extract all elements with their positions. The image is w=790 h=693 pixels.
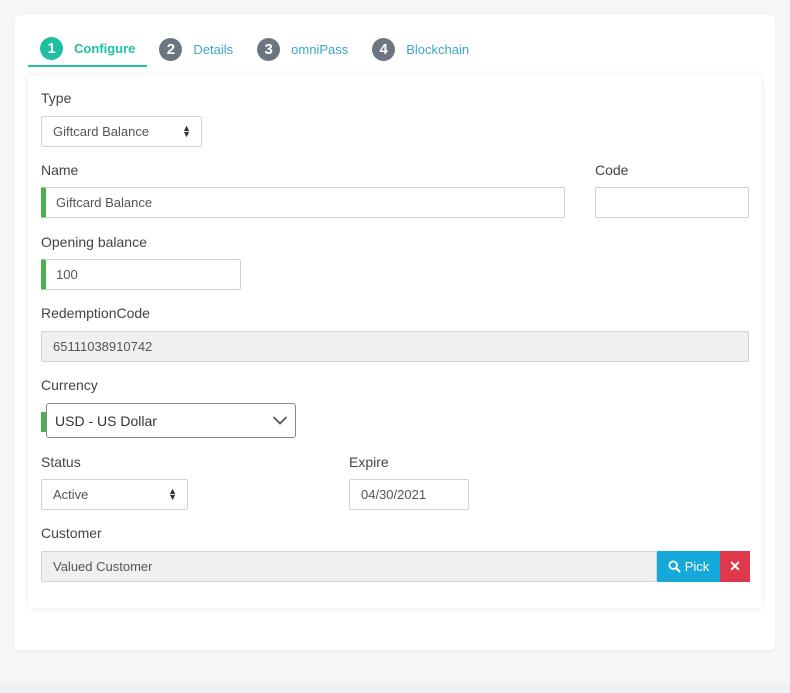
- code-input[interactable]: [595, 187, 749, 218]
- opening-balance-label: Opening balance: [41, 234, 147, 250]
- tab-details[interactable]: 2 Details: [147, 32, 245, 67]
- type-select-value: Giftcard Balance: [53, 124, 150, 139]
- currency-select[interactable]: USD - US Dollar: [46, 403, 296, 438]
- pick-button-label: Pick: [684, 559, 710, 574]
- page-footer-strip: [0, 683, 790, 693]
- status-select-value: Active: [53, 487, 89, 502]
- name-input-value: Giftcard Balance: [56, 195, 153, 210]
- configure-form: Type Giftcard Balance ▲ ▼ Name Giftcard B…: [28, 75, 762, 608]
- tab-label: Configure: [74, 41, 136, 56]
- status-label: Status: [41, 454, 81, 470]
- currency-select-value: USD - US Dollar: [55, 412, 157, 429]
- chevron-down-icon: [272, 416, 288, 425]
- wizard-steps: 1 Configure 2 Details 3 omniPass 4 Block…: [28, 32, 481, 67]
- expire-label: Expire: [349, 454, 389, 470]
- customer-value: Valued Customer: [53, 559, 153, 574]
- type-label: Type: [41, 90, 72, 106]
- customer-label: Customer: [41, 525, 102, 541]
- tab-blockchain[interactable]: 4 Blockchain: [360, 32, 481, 67]
- status-select[interactable]: Active ▲ ▼: [41, 479, 188, 510]
- step-4-badge: 4: [372, 38, 396, 61]
- clear-customer-button[interactable]: ✕: [720, 551, 750, 582]
- opening-balance-value: 100: [56, 267, 78, 282]
- step-3-badge: 3: [257, 38, 281, 61]
- step-1-badge: 1: [40, 37, 63, 60]
- currency-label: Currency: [41, 377, 98, 393]
- expire-date-value: 04/30/2021: [361, 487, 427, 502]
- close-icon: ✕: [729, 558, 741, 574]
- select-caret-icon: ▲ ▼: [182, 123, 191, 139]
- code-label: Code: [595, 162, 629, 178]
- tab-label: Blockchain: [406, 42, 470, 57]
- redemption-code-value: 65111038910742: [53, 339, 153, 354]
- redemption-code-label: RedemptionCode: [41, 305, 150, 321]
- wizard-panel: 1 Configure 2 Details 3 omniPass 4 Block…: [15, 15, 775, 650]
- select-caret-icon: ▲ ▼: [168, 486, 177, 502]
- tab-omnipass[interactable]: 3 omniPass: [245, 32, 360, 67]
- pick-customer-button[interactable]: Pick: [657, 551, 720, 582]
- name-label: Name: [41, 162, 79, 178]
- tab-label: Details: [193, 42, 234, 57]
- search-icon: [668, 560, 681, 573]
- name-input[interactable]: Giftcard Balance: [41, 187, 565, 218]
- redemption-code-field: 65111038910742: [41, 331, 749, 362]
- customer-field: Valued Customer: [41, 551, 657, 582]
- opening-balance-input[interactable]: 100: [41, 259, 241, 290]
- step-2-badge: 2: [159, 38, 183, 61]
- type-select[interactable]: Giftcard Balance ▲ ▼: [41, 116, 202, 147]
- tab-label: omniPass: [291, 42, 349, 57]
- expire-date-input[interactable]: 04/30/2021: [349, 479, 469, 510]
- tab-configure[interactable]: 1 Configure: [28, 32, 148, 67]
